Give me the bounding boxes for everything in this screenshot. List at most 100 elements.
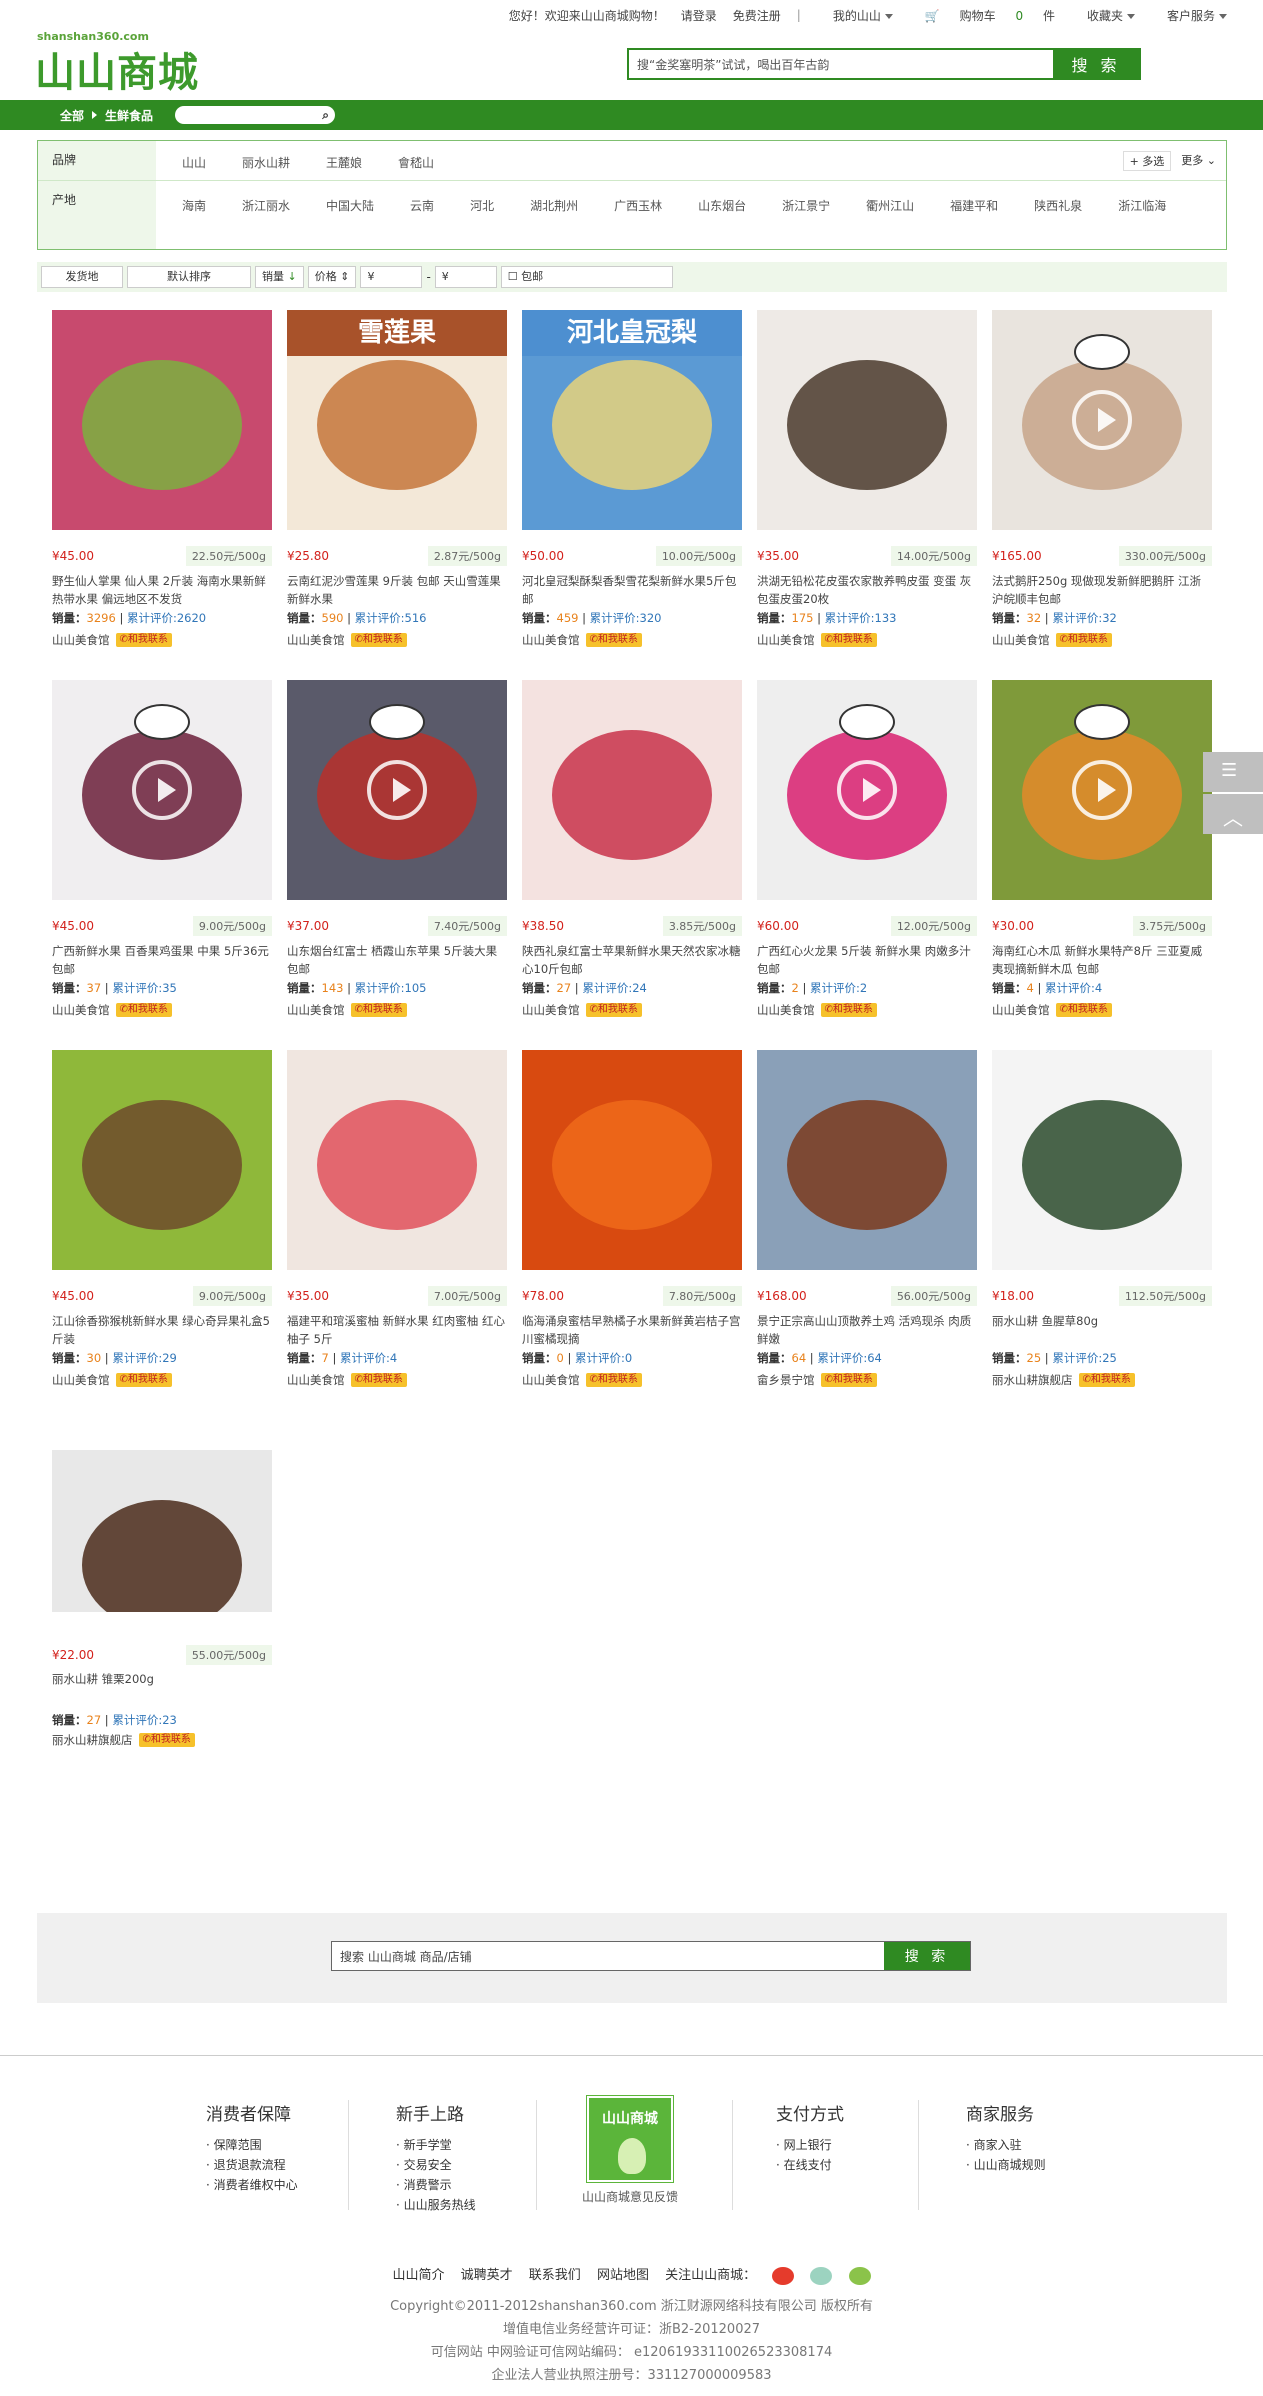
product-card[interactable]: ¥35.00 14.00元/500g 洪湖无铅松花皮蛋农家散养鸭皮蛋 变蛋 灰包蛋皮… [757,310,977,647]
shop-name[interactable]: 山山美食馆 [52,632,110,648]
cart-link[interactable]: 🛒 购物车 0 件 [909,7,1055,24]
more-button[interactable]: 更多 ⌄ [1181,151,1216,171]
shop-name[interactable]: 山山美食馆 [52,1372,110,1388]
footer-link[interactable]: 山山简介 [392,2268,444,2283]
service-menu[interactable]: 客户服务 [1151,7,1227,24]
review-count[interactable]: 累计评价:320 [590,611,662,625]
back-to-top-icon[interactable]: ︿ [1203,794,1263,834]
product-title[interactable]: 云南红泥沙雪莲果 9斤装 包邮 天山雪莲果 新鲜水果 [287,572,507,608]
product-image[interactable] [52,1050,272,1270]
origin-option[interactable]: 中国大陆 [326,191,374,249]
weibo-icon[interactable] [772,2266,795,2285]
footer-link[interactable]: 山山商城规则 [966,2155,1046,2175]
contact-seller-button[interactable]: ✆和我联系 [350,1373,407,1387]
product-image[interactable] [992,680,1212,900]
register-link[interactable]: 免费注册 [733,7,781,24]
sales-sort-button[interactable]: 销量 ↓ [255,266,304,288]
product-title[interactable]: 广西红心火龙果 5斤装 新鲜水果 肉嫩多汁 包邮 [757,942,977,978]
product-image[interactable] [522,680,742,900]
review-count[interactable]: 累计评价:4 [1045,981,1102,995]
review-count[interactable]: 累计评价:23 [112,1713,177,1727]
product-card[interactable]: 河北皇冠梨 ¥50.00 10.00元/500g 河北皇冠梨酥梨香梨雪花梨新鲜水果5斤… [522,310,742,647]
shop-name[interactable]: 丽水山耕旗舰店 [992,1372,1073,1388]
brand-option[interactable]: 丽水山耕 [242,151,290,180]
multi-select-button[interactable]: + 多选 [1122,151,1172,171]
bottom-search-input[interactable] [332,1942,884,1970]
product-image[interactable] [287,1050,507,1270]
price-max-input[interactable]: ¥ [434,266,497,288]
product-title[interactable]: 山东烟台红富士 栖霞山东苹果 5斤装大果 包邮 [287,942,507,978]
product-image[interactable]: 雪莲果 [287,310,507,530]
footer-link[interactable]: 消费警示 [396,2175,476,2195]
origin-option[interactable]: 湖北荆州 [530,191,578,249]
product-title[interactable]: 丽水山耕 锥栗200g [52,1670,272,1688]
product-card[interactable]: ¥45.00 22.50元/500g 野生仙人掌果 仙人果 2斤装 海南水果新鲜热带… [52,310,272,647]
footer-link[interactable]: 网上银行 [776,2135,844,2155]
review-count[interactable]: 累计评价:2620 [127,611,206,625]
footer-link[interactable]: 新手学堂 [396,2135,476,2155]
product-title[interactable]: 广西新鲜水果 百香果鸡蛋果 中果 5斤36元 包邮 [52,942,272,978]
favorites-menu[interactable]: 收藏夹 [1071,7,1135,24]
product-card[interactable]: ¥18.00 112.50元/500g 丽水山耕 鱼腥草80g 销量：25 | 累计评… [992,1050,1212,1387]
search-button[interactable]: 搜 索 [1053,50,1139,78]
shop-name[interactable]: 丽水山耕旗舰店 [52,1732,133,1748]
review-count[interactable]: 累计评价:32 [1052,611,1117,625]
footer-link[interactable]: 消费者维权中心 [206,2175,298,2195]
footer-link[interactable]: 山山服务热线 [396,2195,476,2215]
review-count[interactable]: 累计评价:64 [817,1351,882,1365]
shop-name[interactable]: 山山美食馆 [287,632,345,648]
contact-seller-button[interactable]: ✆和我联系 [1055,633,1112,647]
shop-name[interactable]: 山山美食馆 [522,632,580,648]
product-card[interactable]: ¥168.00 56.00元/500g 景宁正宗高山山顶散养土鸡 活鸡现杀 肉质鲜嫩… [757,1050,977,1387]
menu-icon[interactable]: ☰ [1203,752,1263,792]
contact-seller-button[interactable]: ✆和我联系 [115,1373,172,1387]
product-card[interactable]: ¥45.00 9.00元/500g 江山徐香猕猴桃新鲜水果 绿心奇异果礼盒5斤装 销量… [52,1050,272,1387]
product-card[interactable]: ¥30.00 3.75元/500g 海南红心木瓜 新鲜水果特产8斤 三亚夏威夷现摘新… [992,680,1212,1017]
product-title[interactable]: 福建平和琯溪蜜柚 新鲜水果 红肉蜜柚 红心柚子 5斤 [287,1312,507,1348]
contact-seller-button[interactable]: ✆和我联系 [585,1373,642,1387]
product-card[interactable]: ¥38.50 3.85元/500g 陕西礼泉红富士苹果新鲜水果天然农家冰糖心10斤包… [522,680,742,1017]
review-count[interactable]: 累计评价:133 [825,611,897,625]
shop-name[interactable]: 山山美食馆 [992,1002,1050,1018]
origin-option[interactable]: 浙江景宁 [782,191,830,249]
product-card[interactable]: ¥165.00 330.00元/500g 法式鹅肝250g 现做现发新鲜肥鹅肝 江浙… [992,310,1212,647]
logo[interactable]: 山山商城 [35,40,199,98]
my-shop-menu[interactable]: 我的山山 [817,7,893,24]
contact-seller-button[interactable]: ✆和我联系 [585,1003,642,1017]
search-input[interactable] [629,50,1053,78]
wechat-icon[interactable] [848,2266,871,2285]
product-card[interactable]: ¥37.00 7.40元/500g 山东烟台红富士 栖霞山东苹果 5斤装大果 包邮销… [287,680,507,1017]
product-image[interactable] [52,1450,272,1612]
product-image[interactable] [757,680,977,900]
footer-link[interactable]: 保障范围 [206,2135,298,2155]
review-count[interactable]: 累计评价:4 [340,1351,397,1365]
footer-link[interactable]: 商家入驻 [966,2135,1046,2155]
shop-name[interactable]: 山山美食馆 [52,1002,110,1018]
product-title[interactable]: 陕西礼泉红富士苹果新鲜水果天然农家冰糖心10斤包邮 [522,942,742,978]
product-title[interactable]: 河北皇冠梨酥梨香梨雪花梨新鲜水果5斤包邮 [522,572,742,608]
crumb-category[interactable]: 生鲜食品 [105,107,153,124]
contact-seller-button[interactable]: ✆和我联系 [1055,1003,1112,1017]
product-image[interactable] [52,310,272,530]
footer-link[interactable]: 网站地图 [597,2268,649,2283]
product-image[interactable] [757,1050,977,1270]
shop-name[interactable]: 山山美食馆 [757,1002,815,1018]
login-link[interactable]: 请登录 [681,7,717,24]
footer-link[interactable]: 在线支付 [776,2155,844,2175]
shop-name[interactable]: 山山美食馆 [992,632,1050,648]
origin-option[interactable]: 海南 [182,191,206,249]
review-count[interactable]: 累计评价:516 [355,611,427,625]
review-count[interactable]: 累计评价:24 [582,981,647,995]
product-title[interactable]: 洪湖无铅松花皮蛋农家散养鸭皮蛋 变蛋 灰包蛋皮蛋20枚 [757,572,977,608]
product-card[interactable]: ¥35.00 7.00元/500g 福建平和琯溪蜜柚 新鲜水果 红肉蜜柚 红心柚子 … [287,1050,507,1387]
product-title[interactable]: 江山徐香猕猴桃新鲜水果 绿心奇异果礼盒5斤装 [52,1312,272,1348]
contact-seller-button[interactable]: ✆和我联系 [1078,1373,1135,1387]
shop-name[interactable]: 山山美食馆 [757,632,815,648]
product-title[interactable]: 临海涌泉蜜桔早熟橘子水果新鲜黄岩桔子宫川蜜橘现摘 [522,1312,742,1348]
shop-name[interactable]: 山山美食馆 [522,1372,580,1388]
contact-seller-button[interactable]: ✆和我联系 [820,1373,877,1387]
product-card[interactable]: ¥60.00 12.00元/500g 广西红心火龙果 5斤装 新鲜水果 肉嫩多汁 包… [757,680,977,1017]
product-title[interactable]: 野生仙人掌果 仙人果 2斤装 海南水果新鲜热带水果 偏远地区不发货 [52,572,272,608]
shop-name[interactable]: 畲乡景宁馆 [757,1372,815,1388]
product-card[interactable]: ¥45.00 9.00元/500g 广西新鲜水果 百香果鸡蛋果 中果 5斤36元 包… [52,680,272,1017]
